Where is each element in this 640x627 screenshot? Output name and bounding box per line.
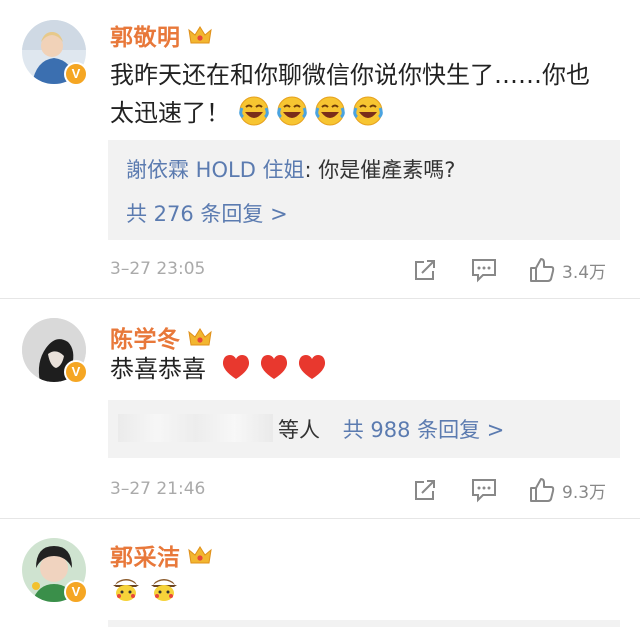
thumbs-up-icon bbox=[530, 258, 555, 282]
like-count: 9.3万 bbox=[562, 482, 607, 503]
reply-text: : 你是催產素嗎? bbox=[304, 158, 456, 182]
heart-emoji bbox=[296, 351, 328, 383]
laugh-cry-emoji bbox=[314, 95, 346, 127]
timestamp: 3–27 23:05 bbox=[110, 259, 206, 279]
pikachu-detective-emoji bbox=[148, 571, 180, 603]
crown-icon bbox=[187, 328, 212, 346]
heart-emoji bbox=[220, 351, 252, 383]
heart-emoji bbox=[258, 351, 290, 383]
crown-icon bbox=[187, 26, 212, 44]
comment-text bbox=[110, 570, 610, 608]
comment-button[interactable] bbox=[470, 255, 498, 285]
comment-icon bbox=[472, 259, 496, 283]
like-button[interactable]: 9.3万 bbox=[528, 475, 606, 505]
verified-badge-icon: V bbox=[64, 62, 88, 86]
avatar[interactable]: V bbox=[22, 318, 88, 384]
laugh-cry-emoji bbox=[276, 95, 308, 127]
verified-badge-icon: V bbox=[64, 360, 88, 384]
reply-author[interactable]: 謝依霖 HOLD 住姐 bbox=[126, 158, 305, 182]
thumbs-up-icon bbox=[530, 478, 555, 502]
view-replies-link[interactable]: 共 988 条回复 > bbox=[343, 418, 505, 442]
share-button[interactable] bbox=[412, 255, 438, 285]
share-icon bbox=[415, 260, 435, 280]
like-count: 3.4万 bbox=[562, 262, 607, 283]
reply-preview-box[interactable]: 謝依霖 HOLD 住姐: 你是催產素嗎? 共 276 条回复 > bbox=[108, 140, 620, 240]
share-button[interactable] bbox=[412, 475, 438, 505]
laugh-cry-emoji bbox=[352, 95, 384, 127]
username[interactable]: 郭采洁 bbox=[110, 538, 181, 572]
share-icon bbox=[415, 480, 435, 500]
comment-icon bbox=[472, 479, 496, 503]
reply-preview-box[interactable] bbox=[108, 620, 620, 627]
comment-text: 我昨天还在和你聊微信你说你快生了……你也太迅速了！ bbox=[110, 61, 590, 127]
like-button[interactable]: 3.4万 bbox=[528, 255, 606, 285]
username[interactable]: 郭敬明 bbox=[110, 18, 181, 52]
timestamp: 3–27 21:46 bbox=[110, 479, 206, 499]
reply-summary: 等人 共 988 条回复 > bbox=[278, 418, 505, 442]
comment-item: V 郭敬明 我昨天还在和你聊微信你说你快生了……你也太迅速了！ 謝依霖 HOLD… bbox=[0, 0, 640, 300]
avatar[interactable]: V bbox=[22, 20, 88, 86]
divider bbox=[0, 518, 640, 519]
crown-icon bbox=[187, 546, 212, 564]
divider bbox=[0, 298, 640, 299]
comment-item: V 陈学冬 恭喜恭喜 等人 共 988 条回复 > 3–27 21:46 9.3… bbox=[0, 300, 640, 520]
reply-preview-box[interactable]: 等人 共 988 条回复 > bbox=[108, 400, 620, 458]
reply-preview: 謝依霖 HOLD 住姐: 你是催產素嗎? bbox=[126, 154, 455, 184]
blurred-reply-authors bbox=[118, 414, 273, 442]
username[interactable]: 陈学冬 bbox=[110, 320, 181, 354]
verified-badge-icon: V bbox=[64, 580, 88, 604]
comment-item: V 郭采洁 bbox=[0, 520, 640, 627]
avatar[interactable]: V bbox=[22, 538, 88, 604]
pikachu-detective-emoji bbox=[110, 571, 142, 603]
view-replies-link[interactable]: 共 276 条回复 > bbox=[126, 198, 288, 228]
comment-text: 恭喜恭喜 bbox=[110, 350, 610, 388]
laugh-cry-emoji bbox=[238, 95, 270, 127]
comment-button[interactable] bbox=[470, 475, 498, 505]
